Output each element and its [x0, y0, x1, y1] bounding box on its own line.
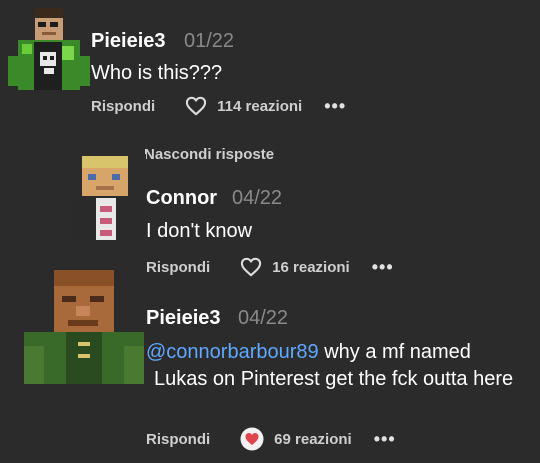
- more-dots-icon[interactable]: •••: [372, 258, 394, 276]
- reaction-count[interactable]: 114 reazioni: [217, 98, 302, 115]
- avatar-pieieie3[interactable]: [0, 0, 90, 90]
- comment-username[interactable]: Pieieie3: [146, 307, 221, 330]
- comment-date: 04/22: [238, 307, 289, 329]
- heart-outline-icon[interactable]: [185, 96, 207, 116]
- minecraft-avatar-image: [66, 154, 146, 240]
- minecraft-avatar-image: [0, 0, 90, 90]
- comment-date: 01/22: [184, 30, 235, 52]
- comment-username[interactable]: Connor: [146, 187, 217, 210]
- comment-text: @connorbarbour89 why a mf named Lukas on…: [146, 339, 526, 393]
- comment-actions: Rispondi 114 reazioni •••: [91, 96, 346, 116]
- hide-replies-label: Nascondi risposte: [144, 146, 275, 163]
- comment-text-part: Lukas: [154, 368, 208, 390]
- reply-button[interactable]: Rispondi: [146, 259, 210, 276]
- mention-link[interactable]: @connorbarbour89: [146, 341, 319, 363]
- comment-text-part: why a mf named: [318, 341, 471, 363]
- heart-filled-icon[interactable]: [240, 427, 264, 451]
- comment-username[interactable]: Pieieie3: [91, 30, 166, 53]
- comment-text: Who is this???: [91, 62, 223, 84]
- comment-actions: Rispondi 16 reazioni •••: [146, 257, 394, 277]
- comment-text-part: on Pinterest get the fck outta here: [207, 368, 514, 390]
- reaction-count[interactable]: 16 reazioni: [272, 259, 350, 276]
- minecraft-avatar-image: [24, 266, 144, 384]
- reaction-count[interactable]: 69 reazioni: [274, 431, 352, 448]
- reply-button[interactable]: Rispondi: [91, 98, 155, 115]
- comment-date: 04/22: [232, 187, 283, 209]
- avatar-pieieie3[interactable]: [24, 266, 144, 384]
- comment-text: I don't know: [146, 220, 253, 242]
- comment-actions: Rispondi 69 reazioni •••: [146, 427, 396, 451]
- avatar-connor[interactable]: [66, 154, 146, 240]
- more-dots-icon[interactable]: •••: [374, 430, 396, 448]
- heart-outline-icon[interactable]: [240, 257, 262, 277]
- more-dots-icon[interactable]: •••: [324, 97, 346, 115]
- reply-button[interactable]: Rispondi: [146, 431, 210, 448]
